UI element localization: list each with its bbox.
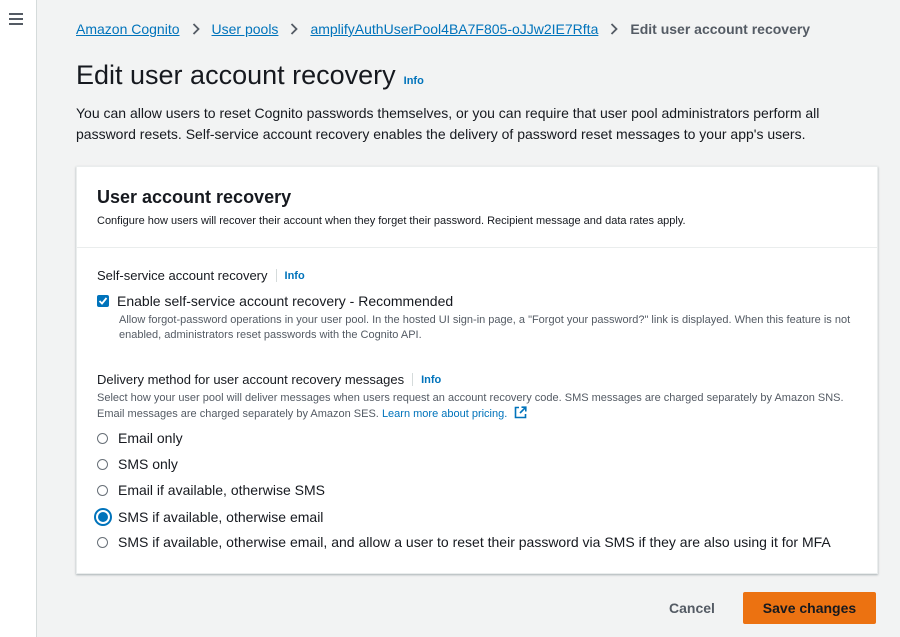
radio-label[interactable]: SMS if available, otherwise email bbox=[118, 509, 323, 525]
radio-email-otherwise-sms[interactable]: Email if available, otherwise SMS bbox=[97, 482, 325, 498]
breadcrumb-user-pool[interactable]: amplifyAuthUserPool4BA7F805-oJJw2IE7Rfta bbox=[310, 21, 598, 37]
divider bbox=[412, 373, 414, 386]
side-navigation-rail bbox=[0, 0, 37, 637]
learn-more-pricing-link[interactable]: Learn more about pricing. bbox=[382, 408, 507, 420]
radio-label[interactable]: SMS if available, otherwise email, and a… bbox=[118, 534, 831, 550]
self-service-checkbox-row[interactable]: Enable self-service account recovery - R… bbox=[97, 293, 453, 309]
chevron-right-icon bbox=[610, 23, 619, 35]
radio-label[interactable]: Email if available, otherwise SMS bbox=[118, 482, 325, 498]
delivery-method-label: Delivery method for user account recover… bbox=[97, 372, 441, 387]
breadcrumb-amazon-cognito[interactable]: Amazon Cognito bbox=[76, 21, 180, 37]
divider bbox=[275, 269, 277, 282]
checkmark-icon bbox=[98, 297, 108, 305]
radio-sms-only[interactable]: SMS only bbox=[97, 456, 178, 472]
cancel-button[interactable]: Cancel bbox=[669, 600, 715, 616]
page-description: You can allow users to reset Cognito pas… bbox=[76, 105, 820, 142]
delivery-method-description: Select how your user pool will deliver m… bbox=[97, 391, 857, 422]
radio-sms-otherwise-email-mfa[interactable]: SMS if available, otherwise email, and a… bbox=[97, 534, 831, 550]
breadcrumb-user-pools[interactable]: User pools bbox=[212, 21, 279, 37]
breadcrumb-current: Edit user account recovery bbox=[630, 21, 811, 37]
radio-email-only[interactable]: Email only bbox=[97, 430, 183, 446]
self-service-info-link[interactable]: Info bbox=[285, 270, 305, 282]
page-info-link[interactable]: Info bbox=[404, 75, 424, 87]
page-title-text: Edit user account recovery bbox=[76, 60, 396, 90]
panel-description: Configure how users will recover their a… bbox=[97, 215, 686, 227]
chevron-right-icon bbox=[290, 23, 299, 35]
self-service-checkbox[interactable] bbox=[97, 295, 109, 307]
self-service-label-text: Self-service account recovery bbox=[97, 268, 268, 283]
page-title: Edit user account recovery Info bbox=[76, 60, 424, 91]
radio-label[interactable]: SMS only bbox=[118, 456, 178, 472]
panel-header: User account recovery Configure how user… bbox=[77, 167, 877, 248]
radio-button[interactable] bbox=[97, 458, 108, 470]
save-changes-button[interactable]: Save changes bbox=[743, 592, 876, 624]
radio-sms-otherwise-email[interactable]: SMS if available, otherwise email bbox=[94, 508, 323, 526]
user-account-recovery-panel: User account recovery Configure how user… bbox=[76, 166, 878, 574]
self-service-help-text: Allow forgot-password operations in your… bbox=[119, 314, 851, 341]
self-service-checkbox-label[interactable]: Enable self-service account recovery - R… bbox=[117, 293, 453, 309]
radio-button[interactable] bbox=[97, 536, 108, 548]
radio-button[interactable] bbox=[97, 484, 108, 496]
panel-title: User account recovery bbox=[97, 187, 292, 207]
radio-label[interactable]: Email only bbox=[118, 430, 183, 446]
self-service-label: Self-service account recovery Info bbox=[97, 268, 305, 283]
external-link-icon[interactable] bbox=[514, 406, 527, 419]
radio-button[interactable] bbox=[97, 432, 108, 444]
breadcrumb: Amazon Cognito User pools amplifyAuthUse… bbox=[76, 21, 810, 37]
chevron-right-icon bbox=[192, 23, 200, 35]
radio-button-selected[interactable] bbox=[94, 508, 112, 526]
delivery-method-label-text: Delivery method for user account recover… bbox=[97, 372, 405, 387]
delivery-method-info-link[interactable]: Info bbox=[421, 374, 441, 386]
menu-icon[interactable] bbox=[9, 13, 23, 25]
